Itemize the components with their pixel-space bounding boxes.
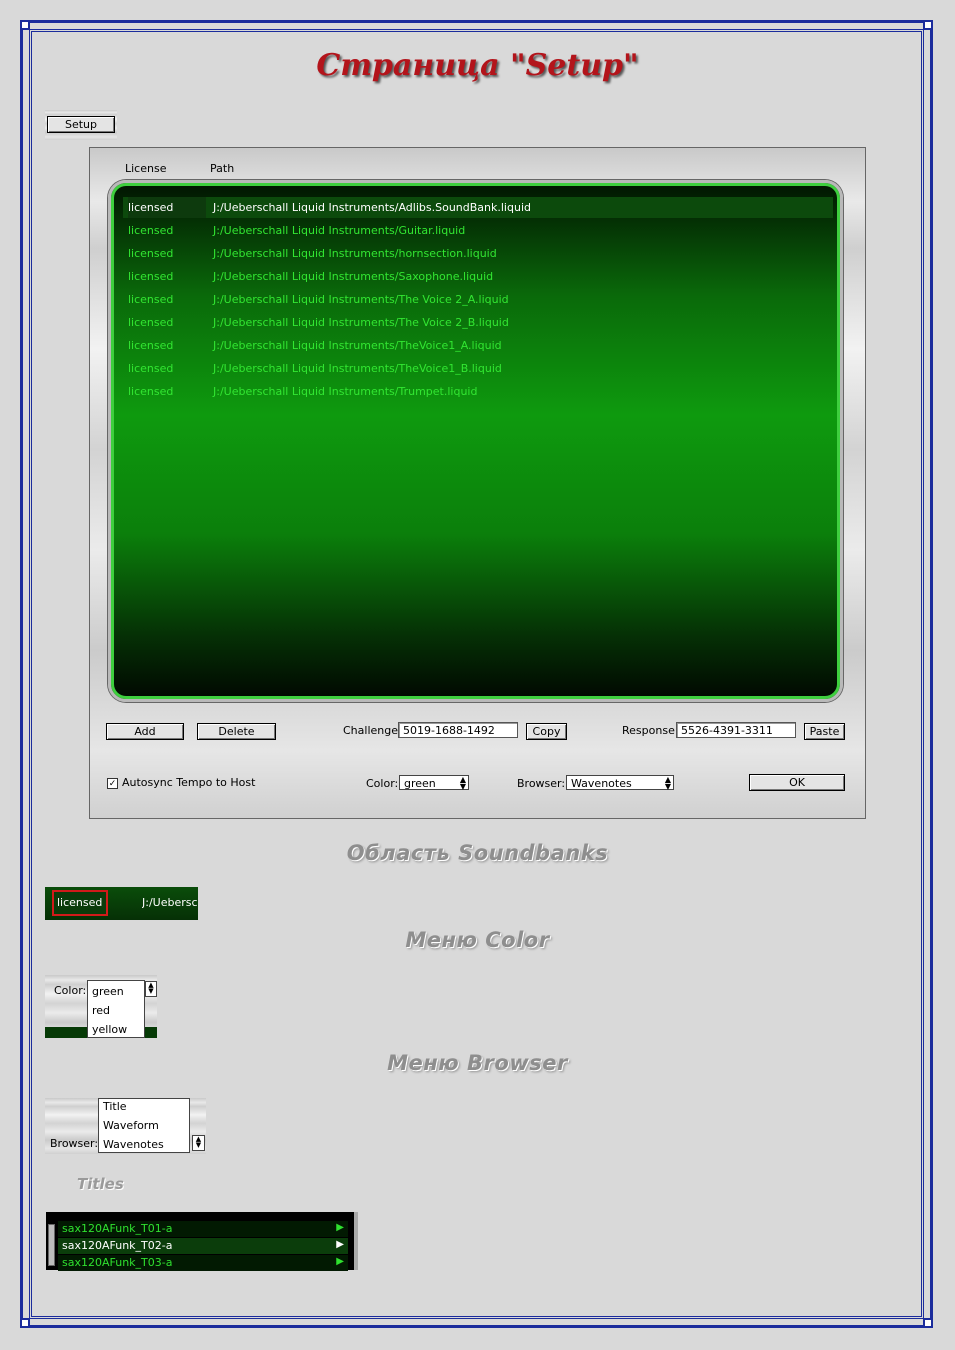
browser-menu-label: Browser: — [50, 1137, 99, 1150]
title-text: sax120AFunk_T01-a — [62, 1222, 173, 1235]
title-row[interactable]: sax120AFunk_T02-a ▶ — [58, 1238, 348, 1254]
titles-heading: Titles — [77, 1175, 124, 1193]
soundbank-list[interactable]: licensed J:/Ueberschall Liquid Instrument… — [108, 180, 843, 702]
soundbank-license: licensed — [128, 339, 174, 352]
browser-select-value: Wavenotes — [571, 777, 632, 790]
crop-license-text: licensed — [57, 896, 103, 909]
soundbank-row[interactable]: licensed J:/Ueberschall Liquid Instrument… — [123, 381, 833, 402]
setup-tab-button[interactable]: Setup — [47, 116, 115, 133]
soundbank-row[interactable]: licensed J:/Ueberschall Liquid Instrument… — [123, 266, 833, 287]
challenge-field[interactable]: 5019-1688-1492 — [398, 722, 518, 738]
soundbank-path: J:/Ueberschall Liquid Instruments/The Vo… — [213, 293, 509, 306]
soundbank-license: licensed — [128, 270, 174, 283]
soundbank-row[interactable]: licensed J:/Ueberschall Liquid Instrument… — [123, 243, 833, 264]
soundbank-path: J:/Ueberschall Liquid Instruments/TheVoi… — [213, 362, 502, 375]
browser-select[interactable]: Wavenotes ▲ ▼ — [566, 775, 674, 791]
soundbank-row[interactable]: licensed J:/Ueberschall Liquid Instrument… — [123, 358, 833, 379]
challenge-label: Challenge: — [343, 724, 402, 737]
browser-option[interactable]: Waveform — [103, 1119, 159, 1132]
soundbank-license: licensed — [128, 224, 174, 237]
soundbank-path: J:/Ueberschall Liquid Instruments/The Vo… — [213, 316, 509, 329]
soundbank-license: licensed — [128, 362, 174, 375]
color-menu-label: Color: — [54, 984, 87, 997]
play-arrow-icon[interactable]: ▶ — [336, 1222, 344, 1233]
page-title: Страница "Setup" — [316, 48, 639, 83]
title-row[interactable]: sax120AFunk_T01-a ▶ — [58, 1221, 348, 1237]
crop-path-text: J:/Ueberschall — [142, 896, 198, 909]
column-header-license[interactable]: License — [125, 162, 166, 175]
soundbank-license: licensed — [128, 293, 174, 306]
add-button[interactable]: Add — [106, 723, 184, 740]
play-arrow-icon[interactable]: ▶ — [336, 1256, 344, 1267]
soundbank-path: J:/Ueberschall Liquid Instruments/Saxoph… — [213, 270, 494, 283]
soundbank-path: J:/Ueberschall Liquid Instruments/Guitar… — [213, 224, 466, 237]
color-dropdown-list: green red yellow — [87, 980, 145, 1038]
play-arrow-icon[interactable]: ▶ — [336, 1239, 344, 1250]
autosync-label: Autosync Tempo to Host — [122, 776, 256, 789]
frame-corner — [20, 1318, 30, 1328]
soundbank-path: J:/Ueberschall Liquid Instruments/hornse… — [213, 247, 497, 260]
autosync-checkbox[interactable]: ✓ — [107, 778, 118, 789]
ok-button[interactable]: OK — [749, 774, 845, 791]
browser-menu-crop: Browser: Title Waveform Wavenotes ▲ ▼ — [45, 1098, 206, 1154]
delete-button[interactable]: Delete — [197, 723, 276, 740]
response-field[interactable]: 5526-4391-3311 — [676, 722, 796, 738]
frame-corner — [923, 20, 933, 30]
browser-menu-heading: Меню Browser — [387, 1051, 568, 1075]
updown-arrows-icon: ▲ ▼ — [459, 775, 466, 791]
frame-corner — [923, 1318, 933, 1328]
response-label: Response: — [622, 724, 679, 737]
title-row[interactable]: sax120AFunk_T03-a ▶ — [58, 1255, 348, 1271]
soundbank-license: licensed — [128, 247, 174, 260]
color-label: Color: — [366, 777, 399, 790]
soundbank-row[interactable]: licensed J:/Ueberschall Liquid Instrument… — [123, 312, 833, 333]
soundbank-path: J:/Ueberschall Liquid Instruments/Trumpe… — [213, 385, 478, 398]
color-option[interactable]: yellow — [92, 1023, 127, 1036]
soundbank-crop: licensed J:/Ueberschall — [45, 887, 198, 920]
color-option[interactable]: red — [92, 1004, 110, 1017]
paste-button[interactable]: Paste — [804, 723, 845, 740]
scrollbar-handle[interactable] — [48, 1224, 55, 1266]
column-header-path[interactable]: Path — [210, 162, 234, 175]
color-menu-crop: Color: green red yellow ▲ ▼ — [45, 975, 157, 1038]
soundbank-row[interactable]: licensed J:/Ueberschall Liquid Instrument… — [123, 197, 833, 218]
soundbank-license: licensed — [128, 316, 174, 329]
browser-label: Browser: — [517, 777, 566, 790]
copy-button[interactable]: Copy — [526, 723, 567, 740]
frame-corner — [20, 20, 30, 30]
soundbank-row[interactable]: licensed J:/Ueberschall Liquid Instrument… — [123, 220, 833, 241]
title-text: sax120AFunk_T02-a — [62, 1239, 173, 1252]
browser-option[interactable]: Wavenotes — [103, 1138, 164, 1151]
soundbank-row[interactable]: licensed J:/Ueberschall Liquid Instrument… — [123, 335, 833, 356]
browser-option[interactable]: Title — [103, 1100, 127, 1113]
soundbank-path: J:/Ueberschall Liquid Instruments/TheVoi… — [213, 339, 502, 352]
color-select[interactable]: green ▲ ▼ — [399, 775, 469, 791]
soundbank-license: licensed — [128, 197, 206, 218]
scroll-arrows-icon[interactable]: ▲ ▼ — [192, 1135, 205, 1151]
browser-dropdown-list: Title Waveform Wavenotes — [98, 1098, 190, 1153]
soundbank-row[interactable]: licensed J:/Ueberschall Liquid Instrument… — [123, 289, 833, 310]
updown-arrows-icon: ▲ ▼ — [664, 775, 671, 791]
scroll-arrows-icon[interactable]: ▲ ▼ — [145, 981, 157, 997]
soundbank-path: J:/Ueberschall Liquid Instruments/Adlibs… — [213, 201, 531, 214]
color-option[interactable]: green — [92, 985, 124, 998]
titles-list[interactable]: sax120AFunk_T01-a ▶ sax120AFunk_T02-a ▶ sax1… — [46, 1212, 358, 1271]
soundbanks-heading: Область Soundbanks — [346, 841, 609, 865]
soundbank-license: licensed — [128, 385, 174, 398]
color-select-value: green — [404, 777, 436, 790]
title-text: sax120AFunk_T03-a — [62, 1256, 173, 1269]
color-menu-heading: Меню Color — [405, 928, 550, 952]
